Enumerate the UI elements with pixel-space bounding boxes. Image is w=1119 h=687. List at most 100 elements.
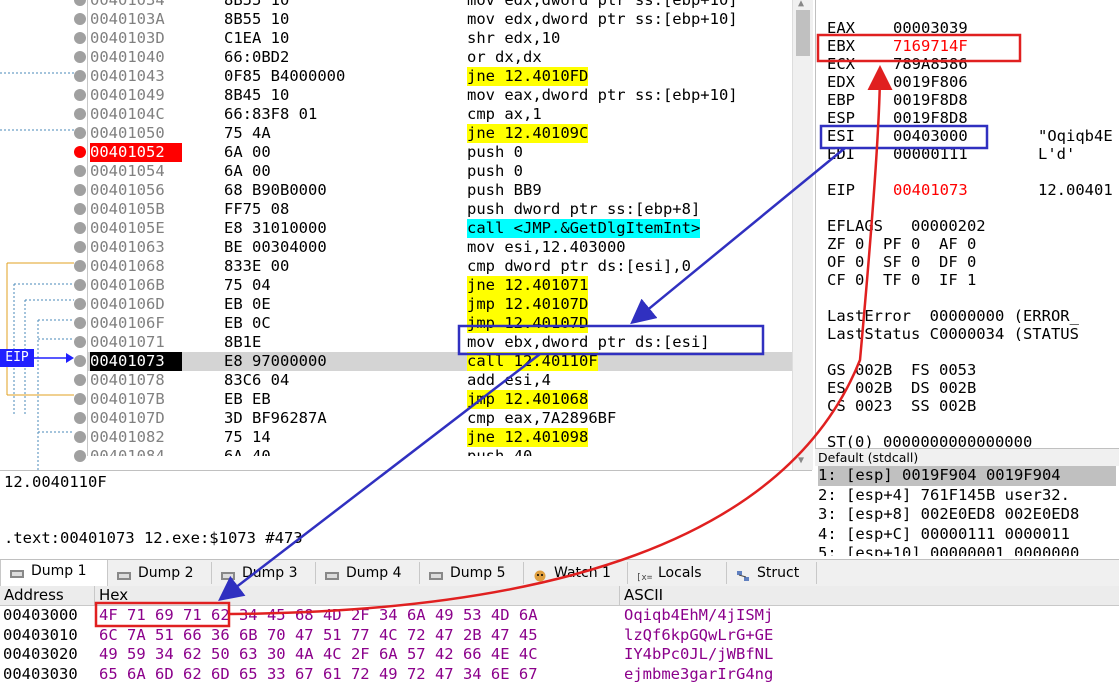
- dump-hex-bytes[interactable]: 6C 7A 51 66 36 6B 70 47 51 77 4C 72 47 2…: [99, 626, 538, 646]
- stack-argument-row[interactable]: 2: [esp+4] 761F145B user32.: [818, 486, 1116, 506]
- disasm-row[interactable]: 0040107D 3D BF96287A cmp eax,7A2896BF: [88, 409, 793, 428]
- dump-hex-bytes[interactable]: 4F 71 69 71 62 34 45 68 4D 2F 34 6A 49 5…: [99, 606, 538, 626]
- disasm-row[interactable]: 00401043 0F85 B4000000 jne 12.4010FD: [88, 67, 793, 86]
- register-laststatus[interactable]: LastStatus C0000034 (STATUS: [827, 325, 1079, 343]
- breakpoint-slot-icon[interactable]: [74, 355, 86, 367]
- tab-dump-2[interactable]: Dump 2: [108, 562, 212, 584]
- dump-row[interactable]: 00403030 65 6A 6D 62 6D 65 33 67 61 72 49…: [0, 665, 1119, 685]
- register-eflags[interactable]: EFLAGS 00000202: [827, 217, 986, 235]
- tab-dump-1[interactable]: Dump 1: [0, 560, 108, 586]
- disasm-row[interactable]: 0040103D C1EA 10 shr edx,10: [88, 29, 793, 48]
- disasm-row[interactable]: 00401056 68 B90B0000 push BB9: [88, 181, 793, 200]
- disasm-row[interactable]: 00401054 6A 00 push 0: [88, 162, 793, 181]
- disasm-row[interactable]: 00401052 6A 00 push 0: [88, 143, 793, 162]
- breakpoint-slot-icon[interactable]: [74, 203, 86, 215]
- breakpoint-slot-icon[interactable]: [74, 412, 86, 424]
- tab-dump-5[interactable]: Dump 5: [420, 562, 524, 584]
- disasm-row[interactable]: 00401049 8B45 10 mov eax,dword ptr ss:[ebp…: [88, 86, 793, 105]
- register-value[interactable]: 0019F8D8: [893, 91, 968, 109]
- disasm-row[interactable]: 00401040 66:0BD2 or dx,dx: [88, 48, 793, 67]
- breakpoint-active-icon[interactable]: [74, 146, 86, 158]
- disasm-row[interactable]: 00401063 BE 00304000 mov esi,12.403000: [88, 238, 793, 257]
- register-seg3[interactable]: CS 0023 SS 002B: [827, 397, 976, 415]
- disasm-row[interactable]: 0040107B EB EB jmp 12.401068: [88, 390, 793, 409]
- register-seg2[interactable]: ES 002B DS 002B: [827, 379, 976, 397]
- disasm-row[interactable]: 0040104C 66:83F8 01 cmp ax,1: [88, 105, 793, 124]
- scroll-down-icon[interactable]: ▼: [798, 455, 804, 466]
- breakpoint-slot-icon[interactable]: [74, 13, 86, 25]
- register-lasterror[interactable]: LastError 00000000 (ERROR_: [827, 307, 1079, 325]
- hex-dump-pane[interactable]: Address Hex ASCII 00403000 4F 71 69 71 62…: [0, 586, 1119, 687]
- dump-ascii[interactable]: IY4bPc0JL/jWBfNL: [624, 645, 773, 665]
- disassembly-scrollbar[interactable]: ▲ ▼: [792, 0, 813, 470]
- disasm-row[interactable]: 00401071 8B1E mov ebx,dword ptr ds:[esi]: [88, 333, 793, 352]
- dump-ascii[interactable]: ejmbme3garIrG4ng: [624, 665, 773, 685]
- stack-argument-row[interactable]: 4: [esp+C] 00000111 0000011: [818, 525, 1116, 545]
- register-st0[interactable]: ST(0) 0000000000000000: [827, 433, 1032, 448]
- stack-argument-row[interactable]: 3: [esp+8] 002E0ED8 002E0ED8: [818, 505, 1116, 525]
- register-value[interactable]: 00003039: [893, 19, 968, 37]
- breakpoint-slot-icon[interactable]: [74, 374, 86, 386]
- breakpoint-slot-icon[interactable]: [74, 127, 86, 139]
- breakpoint-slot-icon[interactable]: [74, 222, 86, 234]
- breakpoint-slot-icon[interactable]: [74, 241, 86, 253]
- disasm-row[interactable]: 00401078 83C6 04 add esi,4: [88, 371, 793, 390]
- register-value[interactable]: 00000111: [893, 145, 968, 163]
- disasm-row[interactable]: 0040105B FF75 08 push dword ptr ss:[ebp+8]: [88, 200, 793, 219]
- breakpoint-slot-icon[interactable]: [74, 108, 86, 120]
- breakpoint-slot-icon[interactable]: [74, 317, 86, 329]
- disasm-row[interactable]: 00401050 75 4A jne 12.40109C: [88, 124, 793, 143]
- register-flags1[interactable]: ZF 0 PF 0 AF 0: [827, 235, 976, 253]
- stack-arguments-pane[interactable]: 1: [esp] 0019F904 0019F904 2: [esp+4] 761…: [815, 466, 1119, 556]
- address-column-header[interactable]: Address: [0, 586, 95, 605]
- breakpoint-slot-icon[interactable]: [74, 89, 86, 101]
- dump-ascii[interactable]: Oqiqb4EhM/4jISMj: [624, 606, 773, 626]
- breakpoint-slot-icon[interactable]: [74, 184, 86, 196]
- dump-row[interactable]: 00403010 6C 7A 51 66 36 6B 70 47 51 77 4C…: [0, 626, 1119, 646]
- disassembly-pane[interactable]: 00401034 8B55 10 mov edx,dword ptr ss:[ebp…: [87, 0, 793, 456]
- stack-argument-row[interactable]: 1: [esp] 0019F904 0019F904: [818, 466, 1116, 486]
- breakpoint-slot-icon[interactable]: [74, 450, 86, 462]
- register-flags3[interactable]: CF 0 TF 0 IF 1: [827, 271, 976, 289]
- breakpoint-slot-icon[interactable]: [74, 32, 86, 44]
- breakpoint-slot-icon[interactable]: [74, 279, 86, 291]
- dump-row[interactable]: 00403000 4F 71 69 71 62 34 45 68 4D 2F 34…: [0, 606, 1119, 626]
- scrollbar-thumb[interactable]: [796, 10, 810, 56]
- disasm-row[interactable]: 00401084 6A 40 push 40: [88, 447, 793, 456]
- disasm-row[interactable]: 00401068 833E 00 cmp dword ptr ds:[esi],0: [88, 257, 793, 276]
- register-value[interactable]: 0019F8D8: [893, 109, 968, 127]
- disasm-row[interactable]: 00401073 E8 97000000 call 12.40110F: [88, 352, 793, 371]
- dump-row[interactable]: 00403020 49 59 34 62 50 63 30 4A 4C 2F 6A…: [0, 645, 1119, 665]
- breakpoint-slot-icon[interactable]: [74, 431, 86, 443]
- tab-dump-4[interactable]: Dump 4: [316, 562, 420, 584]
- breakpoint-slot-icon[interactable]: [74, 298, 86, 310]
- breakpoint-slot-icon[interactable]: [74, 260, 86, 272]
- register-flags2[interactable]: OF 0 SF 0 DF 0: [827, 253, 976, 271]
- scroll-up-icon[interactable]: ▲: [798, 0, 804, 9]
- tab-struct[interactable]: Struct: [727, 562, 817, 584]
- disasm-row[interactable]: 0040103A 8B55 10 mov edx,dword ptr ss:[ebp…: [88, 10, 793, 29]
- breakpoint-slot-icon[interactable]: [74, 51, 86, 63]
- disasm-row[interactable]: 00401082 75 14 jne 12.401098: [88, 428, 793, 447]
- tab-dump-3[interactable]: Dump 3: [212, 562, 316, 584]
- disasm-row[interactable]: 0040106D EB 0E jmp 12.40107D: [88, 295, 793, 314]
- breakpoint-slot-icon[interactable]: [74, 165, 86, 177]
- calling-convention-header[interactable]: Default (stdcall): [815, 448, 1119, 466]
- dump-hex-bytes[interactable]: 65 6A 6D 62 6D 65 33 67 61 72 49 72 47 3…: [99, 665, 538, 685]
- ascii-column-header[interactable]: ASCII: [620, 586, 1119, 605]
- registers-pane[interactable]: EAX 00003039 EBX 7169714F ECX 789A8586 EDX 0019…: [815, 0, 1119, 448]
- disasm-row[interactable]: 0040106F EB 0C jmp 12.40107D: [88, 314, 793, 333]
- disasm-row[interactable]: 00401034 8B55 10 mov edx,dword ptr ss:[ebp…: [88, 0, 793, 10]
- tab-locals[interactable]: [x=] Locals: [628, 562, 727, 584]
- tab-watch-1[interactable]: Watch 1: [524, 562, 628, 584]
- breakpoint-slot-icon[interactable]: [74, 336, 86, 348]
- register-value[interactable]: 0019F806: [893, 73, 968, 91]
- register-seg1[interactable]: GS 002B FS 0053: [827, 361, 976, 379]
- dump-hex-bytes[interactable]: 49 59 34 62 50 63 30 4A 4C 2F 6A 57 42 6…: [99, 645, 538, 665]
- dump-ascii[interactable]: lzQf6kpGQwLrG+GE: [624, 626, 773, 646]
- register-value[interactable]: 00401073: [893, 181, 968, 199]
- breakpoint-slot-icon[interactable]: [74, 70, 86, 82]
- disasm-row[interactable]: 0040105E E8 31010000 call <JMP.&GetDlgItem…: [88, 219, 793, 238]
- hex-column-header[interactable]: Hex: [95, 586, 620, 605]
- stack-argument-row[interactable]: 5: [esp+10] 00000001 0000000: [818, 544, 1116, 556]
